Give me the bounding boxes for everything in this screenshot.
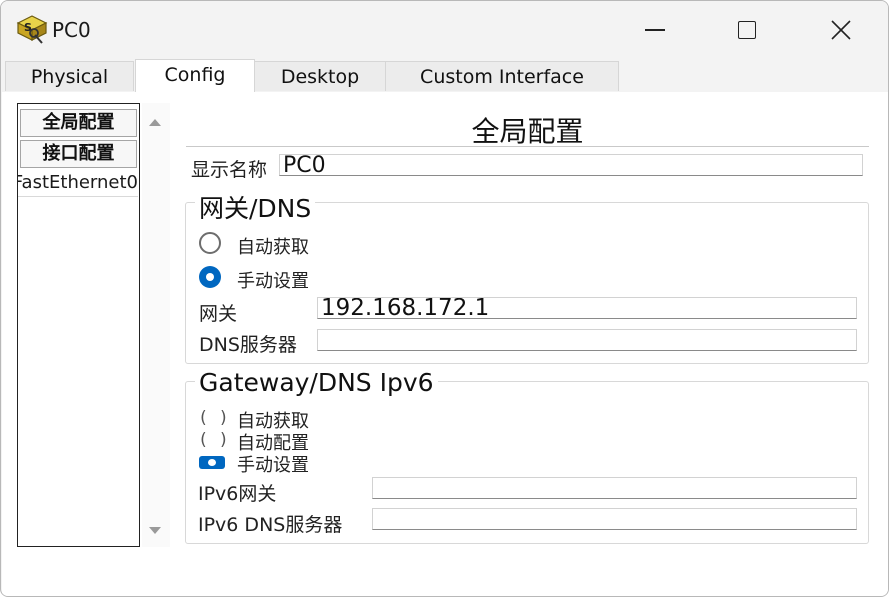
scroll-down-arrow-icon[interactable] [149, 527, 161, 534]
gateway-manual-label: 手动设置 [237, 271, 309, 292]
tab-physical[interactable]: Physical [5, 61, 134, 91]
gateway-auto-label: 自动获取 [237, 237, 309, 258]
display-name-label: 显示名称 [191, 159, 268, 181]
dns-server-field[interactable] [317, 329, 857, 351]
ipv6-dns-server-field[interactable] [372, 508, 857, 530]
interface-settings-button[interactable]: 接口配置 [20, 140, 137, 168]
window-title: PC0 [52, 18, 91, 42]
display-name-field[interactable] [279, 154, 863, 176]
page-title: 全局配置 [471, 115, 584, 148]
ipv6-manual-label: 手动设置 [237, 455, 309, 476]
tab-custom-interface[interactable]: Custom Interface [385, 61, 619, 91]
minimize-icon [645, 29, 665, 31]
gateway-manual-radio[interactable] [199, 266, 221, 288]
sidebar-item-fastethernet[interactable]: FastEthernet0 [18, 170, 138, 197]
gateway-auto-radio[interactable] [199, 232, 221, 254]
tab-bar: Physical Config Desktop Custom Interface [1, 59, 888, 93]
gateway-dns-ipv6-group: Gateway/DNS Ipv6 ( ) 自动获取 ( ) 自动配置 手动设置 … [185, 368, 869, 544]
ipv6-dns-server-label: IPv6 DNS服务器 [198, 514, 343, 536]
close-button[interactable] [818, 9, 864, 51]
global-settings-button[interactable]: 全局配置 [20, 109, 137, 137]
maximize-icon [738, 21, 756, 39]
config-content: 全局配置 接口配置 FastEthernet0 全局配置 显示名称 网关/DNS… [2, 92, 888, 596]
heading-divider [186, 146, 869, 147]
sidebar-scrollbar[interactable] [142, 103, 170, 547]
tab-config[interactable]: Config [135, 59, 255, 93]
packet-tracer-pc-icon: S [15, 13, 49, 45]
app-window: S PC0 Physical Config Desktop Custom Int… [0, 0, 889, 597]
ipv6-manual-radio[interactable] [199, 456, 225, 469]
ipv6-gateway-field[interactable] [372, 477, 857, 499]
tab-desktop[interactable]: Desktop [254, 61, 386, 91]
scroll-up-arrow-icon[interactable] [149, 119, 161, 126]
close-icon [831, 20, 851, 40]
ipv6-auto-radio[interactable]: ( ) [198, 408, 229, 428]
minimize-button[interactable] [631, 9, 677, 51]
title-bar[interactable]: S PC0 [1, 1, 888, 61]
config-sidebar: 全局配置 接口配置 FastEthernet0 [17, 103, 140, 547]
gateway-dns-group: 网关/DNS 自动获取 手动设置 网关 DNS服务器 [185, 189, 869, 364]
gateway-field[interactable] [317, 297, 857, 319]
ipv6-autoconfig-radio[interactable]: ( ) [198, 430, 229, 450]
gateway-label: 网关 [199, 303, 238, 325]
dns-server-label: DNS服务器 [199, 334, 297, 356]
gateway-dns-legend: 网关/DNS [195, 189, 316, 225]
gateway-dns-ipv6-legend: Gateway/DNS Ipv6 [195, 368, 438, 397]
maximize-button[interactable] [725, 9, 771, 51]
ipv6-gateway-label: IPv6网关 [198, 483, 277, 505]
